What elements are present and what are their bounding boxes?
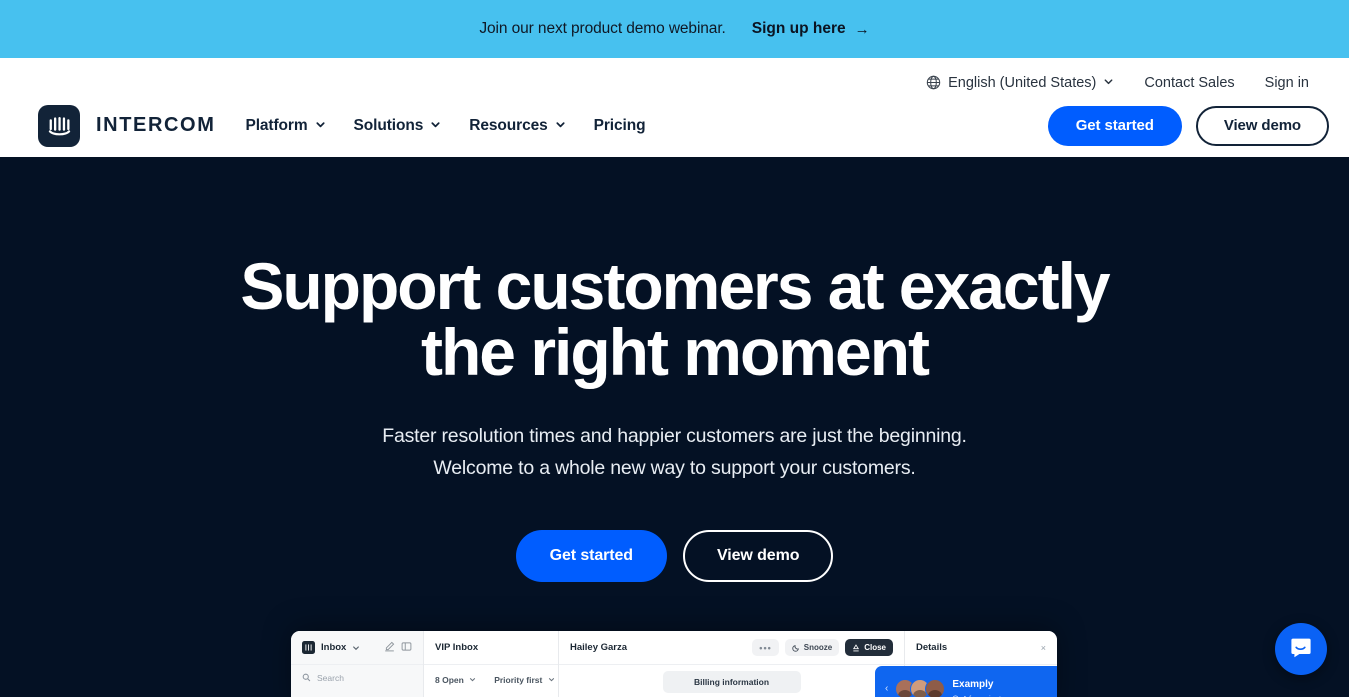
mockup-sort-filter[interactable]: Priority first: [494, 675, 555, 685]
globe-icon: [926, 75, 941, 90]
nav-label-platform: Platform: [245, 116, 308, 134]
brand-logo-link[interactable]: INTERCOM: [38, 104, 216, 147]
nav-label-solutions: Solutions: [353, 116, 424, 134]
hero-title: Support customers at exactly the right m…: [240, 249, 1110, 389]
header-cta-group: Get started View demo: [1047, 105, 1329, 146]
banner-signup-link[interactable]: Sign up here →: [752, 20, 870, 38]
mockup-list-filters: 8 Open Priority first: [424, 665, 558, 695]
header-get-started-button[interactable]: Get started: [1047, 105, 1182, 146]
intercom-chat-launcher-button[interactable]: [1275, 623, 1327, 675]
header-view-demo-button[interactable]: View demo: [1195, 105, 1329, 146]
hero-subtitle-line-2: Welcome to a whole new way to support yo…: [433, 456, 916, 479]
mockup-billing-card: Billing information: [662, 671, 801, 693]
arrow-right-icon: →: [854, 20, 870, 38]
mockup-conversation-list: VIP Inbox 8 Open Priority first: [424, 631, 559, 697]
utility-nav: English (United States) Contact Sales Si…: [0, 58, 1349, 94]
mockup-close-label: Close: [864, 643, 886, 652]
mockup-search-row[interactable]: Search: [291, 665, 423, 691]
hero-section: Support customers at exactly the right m…: [0, 157, 1349, 697]
nav-label-resources: Resources: [469, 116, 548, 134]
page: Join our next product demo webinar. Sign…: [0, 0, 1349, 697]
mockup-conversation-name: Hailey Garza: [570, 642, 628, 653]
mockup-details-header: Details ×: [905, 631, 1057, 665]
nav-item-platform[interactable]: Platform: [245, 117, 325, 135]
chevron-down-icon: [430, 117, 441, 135]
close-icon[interactable]: ×: [1041, 643, 1046, 653]
search-icon: [302, 669, 311, 687]
avatar: [925, 678, 946, 697]
mockup-toast-text: Examply A few minutes: [952, 674, 1009, 697]
banner-signup-label: Sign up here: [751, 20, 846, 37]
chevron-down-icon: [315, 117, 326, 135]
nav-item-resources[interactable]: Resources: [469, 117, 565, 135]
mockup-search-placeholder: Search: [317, 673, 344, 683]
site-header: English (United States) Contact Sales Si…: [0, 58, 1349, 157]
chevron-down-icon: [1103, 75, 1114, 91]
hero-cta-group: Get started View demo: [0, 530, 1349, 583]
compose-icon[interactable]: [384, 639, 395, 657]
more-options-icon[interactable]: •••: [752, 639, 779, 656]
hero-view-demo-button[interactable]: View demo: [682, 530, 834, 583]
mockup-open-count[interactable]: 8 Open: [435, 675, 476, 685]
mockup-vip-inbox-header: VIP Inbox: [424, 631, 558, 665]
inbox-icon: [302, 641, 315, 654]
mockup-snooze-button[interactable]: Snooze: [784, 639, 840, 656]
mockup-notification-toast[interactable]: ‹ Examply A few minutes: [875, 666, 1057, 697]
brand-name: INTERCOM: [96, 114, 216, 136]
mockup-sidebar: Inbox Search: [291, 631, 424, 697]
chat-bubble-smile-icon: [1288, 634, 1314, 665]
mockup-inbox-label: Inbox: [321, 642, 347, 653]
banner-text: Join our next product demo webinar.: [479, 20, 726, 37]
nav-label-pricing: Pricing: [593, 116, 646, 134]
intercom-logo-icon: [38, 104, 80, 147]
language-label: English (United States): [948, 74, 1097, 91]
mockup-conversation-header: Hailey Garza ••• Snooze Close: [559, 631, 904, 665]
sign-in-link[interactable]: Sign in: [1265, 75, 1309, 91]
mockup-vip-inbox-label: VIP Inbox: [435, 642, 479, 653]
chevron-down-icon: [555, 117, 566, 135]
mockup-toast-title: Examply: [952, 679, 994, 690]
main-nav-row: INTERCOM Platform Solutions Resources Pr…: [0, 94, 1349, 157]
contact-sales-link[interactable]: Contact Sales: [1144, 75, 1234, 91]
mockup-toast-avatar-group: [895, 678, 946, 697]
primary-navigation: Platform Solutions Resources Pricing: [245, 117, 645, 135]
hero-subtitle-line-1: Faster resolution times and happier cust…: [382, 425, 967, 447]
hero-subtitle: Faster resolution times and happier cust…: [0, 421, 1349, 484]
chevron-down-icon: [352, 639, 360, 657]
announcement-banner: Join our next product demo webinar. Sign…: [0, 0, 1349, 58]
collapse-panel-icon[interactable]: [401, 639, 412, 657]
nav-item-pricing[interactable]: Pricing: [594, 117, 646, 135]
hero-get-started-button[interactable]: Get started: [515, 530, 667, 583]
mockup-inbox-header[interactable]: Inbox: [291, 631, 423, 665]
mockup-details-label: Details: [916, 642, 948, 653]
mockup-conversation-panel: Hailey Garza ••• Snooze Close Billing in…: [559, 631, 905, 697]
nav-item-solutions[interactable]: Solutions: [354, 117, 442, 135]
product-screenshot-mockup: Inbox Search VIP Inbox 8 Open Priority f…: [291, 631, 1057, 697]
mockup-close-button[interactable]: Close: [845, 639, 893, 656]
chevron-left-icon[interactable]: ‹: [885, 683, 888, 694]
language-selector[interactable]: English (United States): [926, 75, 1114, 91]
mockup-snooze-label: Snooze: [803, 643, 833, 652]
